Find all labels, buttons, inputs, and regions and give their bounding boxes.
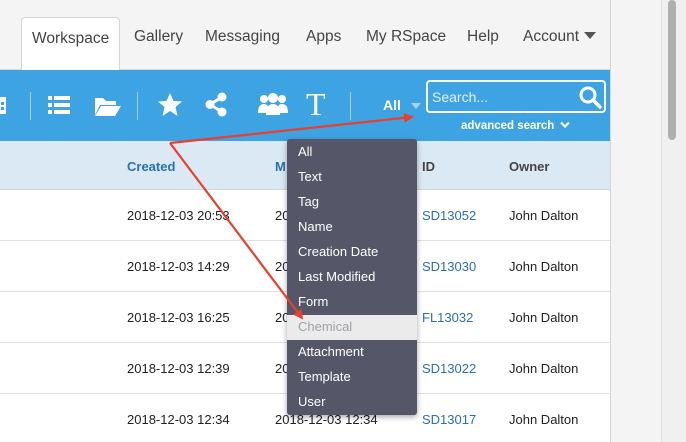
cell-owner: John Dalton [509, 361, 579, 376]
dropdown-item-template[interactable]: Template [287, 365, 417, 390]
cell-created: 2018-12-03 16:25 [127, 310, 230, 325]
cell-created: 2018-12-03 20:53 [127, 208, 230, 223]
dropdown-item-all[interactable]: All [287, 140, 417, 165]
folder-open-icon[interactable] [94, 95, 122, 117]
column-header-created[interactable]: Created [127, 159, 175, 174]
tab-workspace[interactable]: Workspace [21, 17, 121, 70]
calendar-icon[interactable] [0, 94, 8, 116]
cell-owner: John Dalton [509, 208, 579, 223]
text-icon[interactable]: T [306, 86, 326, 122]
workspace-toolbar: T All advanced search [0, 70, 610, 141]
toolbar-separator [137, 92, 138, 120]
dropdown-item-user[interactable]: User [287, 390, 417, 415]
toolbar-separator [350, 92, 351, 120]
search-box [426, 80, 606, 113]
dropdown-item-chemical[interactable]: Chemical [287, 315, 417, 340]
tab-my-rspace[interactable]: My RSpace [366, 28, 446, 46]
dropdown-item-name[interactable]: Name [287, 215, 417, 240]
scrollbar-thumb[interactable] [668, 0, 676, 140]
tab-gallery[interactable]: Gallery [134, 28, 183, 46]
search-input[interactable] [432, 86, 572, 107]
tab-messaging[interactable]: Messaging [205, 28, 280, 46]
cell-id-link[interactable]: SD13052 [422, 208, 476, 223]
cell-id-link[interactable]: SD13022 [422, 361, 476, 376]
dropdown-item-tag[interactable]: Tag [287, 190, 417, 215]
advanced-search-label: advanced search [461, 120, 555, 132]
tab-help[interactable]: Help [467, 28, 499, 46]
column-header-id: ID [422, 159, 435, 174]
dropdown-item-attachment[interactable]: Attachment [287, 340, 417, 365]
dropdown-item-text[interactable]: Text [287, 165, 417, 190]
tab-account-label: Account [523, 28, 580, 45]
search-icon[interactable] [578, 85, 602, 109]
cell-owner: John Dalton [509, 310, 579, 325]
tab-apps[interactable]: Apps [306, 28, 341, 46]
caret-down-icon[interactable] [411, 103, 421, 109]
cell-id-link[interactable]: FL13032 [422, 310, 473, 325]
column-header-modified[interactable]: M [275, 159, 286, 174]
group-icon[interactable] [258, 92, 288, 117]
top-navigation: Workspace Gallery Messaging Apps My RSpa… [0, 0, 610, 70]
star-icon[interactable] [157, 92, 183, 117]
page-gutter [610, 0, 686, 442]
cell-created: 2018-12-03 12:39 [127, 361, 230, 376]
search-filter-dropdown: All Text Tag Name Creation Date Last Mod… [287, 139, 417, 415]
share-icon[interactable] [204, 92, 228, 117]
cell-created: 2018-12-03 12:34 [127, 412, 230, 427]
column-header-owner: Owner [509, 159, 550, 174]
search-filter-select[interactable]: All [383, 97, 401, 113]
chevron-down-icon [559, 121, 570, 129]
dropdown-item-last-modified[interactable]: Last Modified [287, 265, 417, 290]
cell-id-link[interactable]: SD13017 [422, 412, 476, 427]
cell-owner: John Dalton [509, 259, 579, 274]
toolbar-separator [30, 92, 31, 120]
cell-created: 2018-12-03 14:29 [127, 259, 230, 274]
cell-id-link[interactable]: SD13030 [422, 259, 476, 274]
dropdown-item-form[interactable]: Form [287, 290, 417, 315]
advanced-search-link[interactable]: advanced search [461, 120, 570, 132]
list-icon[interactable] [48, 95, 70, 115]
chevron-down-icon [584, 32, 597, 39]
tab-account[interactable]: Account [523, 28, 597, 46]
cell-owner: John Dalton [509, 412, 579, 427]
dropdown-item-creation-date[interactable]: Creation Date [287, 240, 417, 265]
